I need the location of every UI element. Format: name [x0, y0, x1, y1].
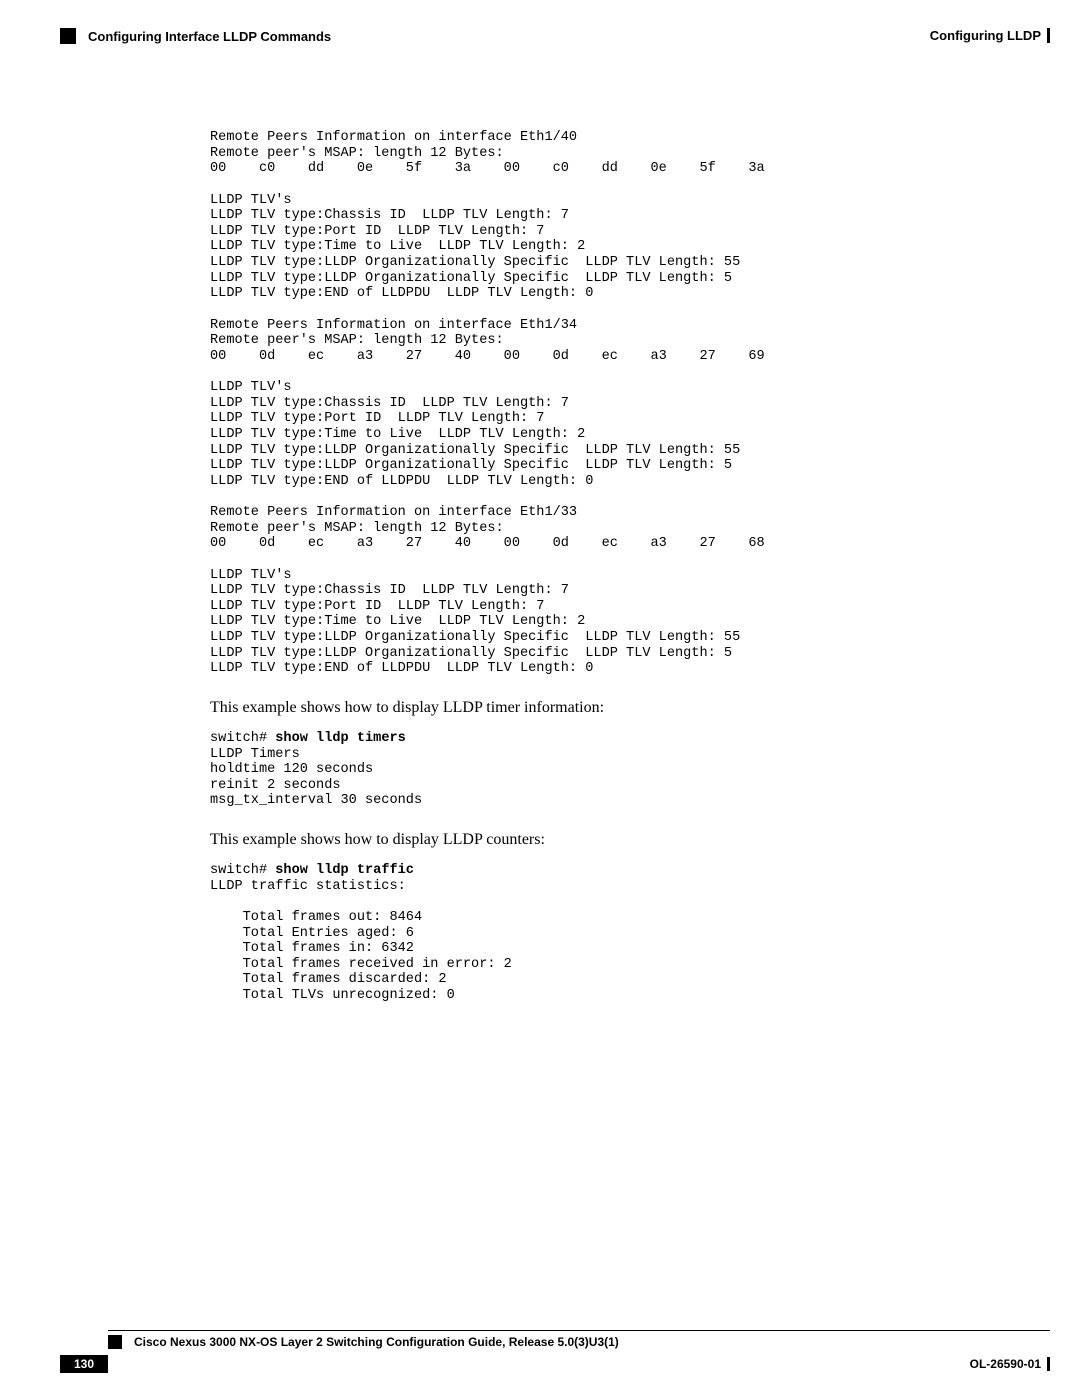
header-section-title: Configuring Interface LLDP Commands — [88, 29, 331, 44]
cli-command: show lldp timers — [275, 731, 406, 746]
header-left: Configuring Interface LLDP Commands — [60, 28, 331, 44]
footer-bottom-row: 130 OL-26590-01 — [60, 1355, 1050, 1373]
cli-output-block-1: Remote Peers Information on interface Et… — [210, 130, 980, 677]
footer-top-row: Cisco Nexus 3000 NX-OS Layer 2 Switching… — [108, 1335, 1050, 1349]
cli-command: show lldp traffic — [275, 863, 414, 878]
body-paragraph-2: This example shows how to display LLDP c… — [210, 831, 980, 849]
page-header: Configuring Interface LLDP Commands Conf… — [60, 28, 1050, 44]
header-marker-icon — [60, 28, 76, 44]
doc-id: OL-26590-01 — [970, 1357, 1050, 1371]
header-chapter-title: Configuring LLDP — [930, 28, 1050, 43]
cli-output-block-2: switch# show lldp timers LLDP Timers hol… — [210, 731, 980, 809]
footer-rule — [108, 1330, 1050, 1331]
page-footer: Cisco Nexus 3000 NX-OS Layer 2 Switching… — [60, 1330, 1050, 1373]
cli-output: LLDP Timers holdtime 120 seconds reinit … — [210, 747, 422, 809]
page-content: Remote Peers Information on interface Et… — [210, 130, 980, 1026]
body-paragraph-1: This example shows how to display LLDP t… — [210, 699, 980, 717]
footer-doc-title: Cisco Nexus 3000 NX-OS Layer 2 Switching… — [134, 1335, 619, 1349]
cli-prompt: switch# — [210, 731, 275, 746]
page-number: 130 — [60, 1355, 108, 1373]
cli-prompt: switch# — [210, 863, 275, 878]
footer-marker-icon — [108, 1335, 122, 1349]
page: Configuring Interface LLDP Commands Conf… — [0, 0, 1080, 1397]
cli-output-block-3: switch# show lldp traffic LLDP traffic s… — [210, 863, 980, 1004]
cli-output: LLDP traffic statistics: Total frames ou… — [210, 879, 512, 1003]
